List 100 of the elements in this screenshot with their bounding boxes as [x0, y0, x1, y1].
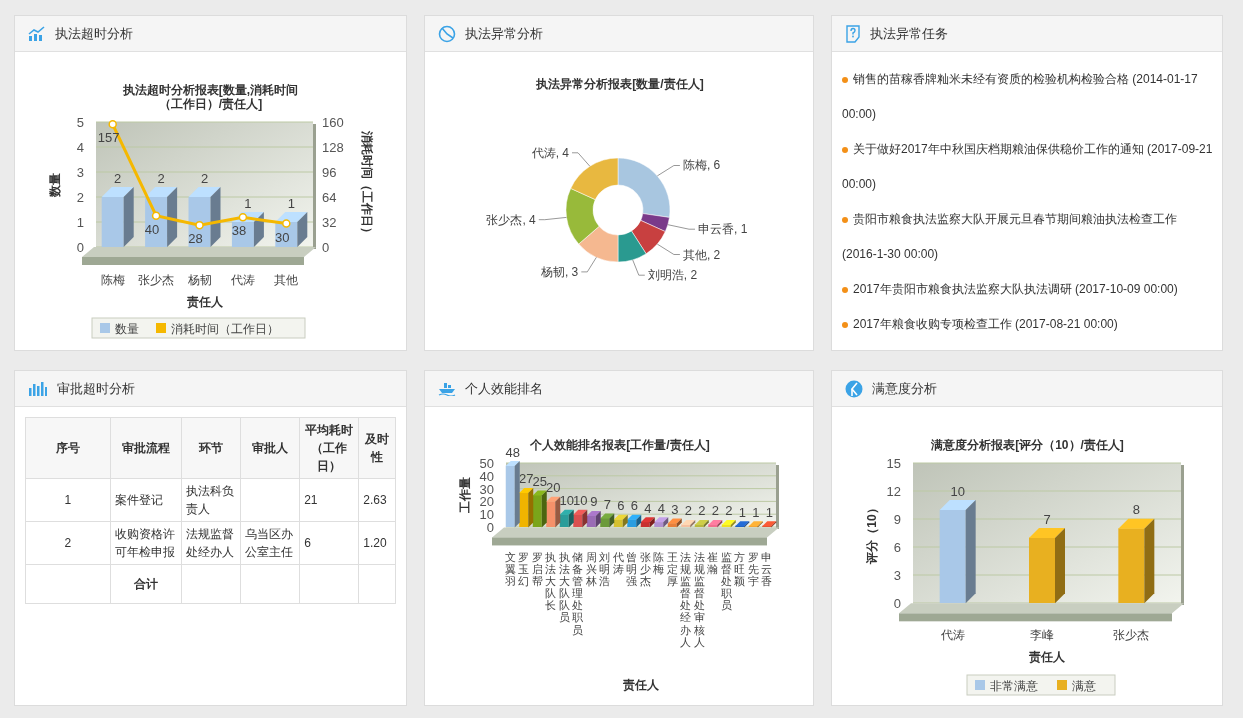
category-label: 张少杰: [1113, 628, 1150, 642]
category-label: 崔瀚: [707, 551, 719, 576]
panel-title: 执法超时分析: [55, 24, 133, 43]
category-label: 罗玉幻: [518, 551, 530, 588]
axis-title: 责任人: [623, 678, 659, 692]
tick-label: 5: [76, 115, 84, 130]
slice-label: 申云香, 1: [698, 222, 748, 237]
tick-label: 0: [893, 596, 901, 611]
chart-title: 执法异常分析报表[数量/责任人]: [535, 77, 705, 91]
category-label: 刘明浩: [599, 551, 611, 588]
data-label: 8: [1132, 502, 1140, 518]
data-label: 2: [711, 503, 719, 519]
legend-label: 非常满意: [990, 679, 1038, 693]
tick-label: 40: [479, 468, 494, 484]
leader-line: [571, 152, 591, 167]
help-document-icon: [845, 24, 861, 43]
task-item: 贵阳市粮食执法监察大队开展元旦春节期间粮油执法检查工作 (2016-1-30 00:00): [842, 202, 1214, 272]
axis-title: 数量: [48, 172, 62, 197]
bar: [600, 518, 610, 527]
column-header: 序号: [25, 417, 111, 479]
category-label: 陈梅: [653, 551, 665, 576]
data-label: 1: [738, 504, 746, 520]
slice-label: 其他, 2: [682, 247, 721, 262]
data-label: 9: [590, 494, 598, 510]
table-cell: 案件登记: [110, 478, 182, 522]
axis-title: 消耗时间（工作日）: [360, 130, 374, 239]
data-label: 1: [287, 196, 295, 211]
bar: [613, 519, 623, 527]
tick-label: 0: [76, 240, 84, 255]
legend-label: 满意: [1072, 679, 1096, 693]
tick-label: 6: [893, 540, 901, 555]
data-label: 27: [519, 471, 534, 487]
table-cell: 执法科负责人: [181, 478, 241, 522]
task-item: 销售的苗稼香牌籼米未经有资质的检验机构检验合格 (2014-01-17 00:00): [842, 62, 1214, 132]
bar: [654, 521, 664, 527]
tick-label: 1: [76, 215, 84, 230]
category-label: 代涛: [612, 551, 624, 576]
task-item: 2017年贵阳市粮食执法监察大队执法调研 (2017-10-09 00:00): [842, 272, 1214, 307]
data-point: [151, 211, 161, 220]
category-label: 张少杰: [138, 273, 175, 287]
slice-label: 张少杰, 4: [486, 212, 536, 227]
data-label: 2: [157, 171, 165, 186]
slice-label: 代涛, 4: [531, 145, 569, 160]
data-label: 4: [644, 500, 652, 516]
data-label: 157: [97, 130, 120, 146]
bar: [101, 197, 124, 247]
bar: [505, 465, 515, 527]
category-label: 法规监督处审核人: [693, 551, 705, 648]
task-item: 关于做好2017年中秋国庆档期粮油保供稳价工作的通知 (2017-09-21 00:00): [842, 132, 1214, 202]
data-label: 10: [573, 493, 588, 509]
tick-label: 12: [886, 484, 901, 499]
tick-label: 30: [479, 481, 494, 497]
axis-title: 评分（10）: [865, 502, 879, 564]
data-label: 3: [671, 502, 679, 518]
category-label: 代涛: [230, 273, 255, 287]
category-label: 曾明强: [626, 551, 638, 588]
data-label: 7: [603, 497, 611, 513]
bar-chart-icon: [28, 380, 48, 397]
axis-title: 责任人: [1029, 650, 1065, 664]
column-header: 审批人: [240, 417, 300, 479]
tick-label: 3: [76, 165, 84, 180]
table-cell: 6: [299, 521, 359, 565]
column-header: 环节: [181, 417, 241, 479]
category-label: 罗启帮: [531, 551, 543, 588]
data-point: [282, 219, 291, 228]
panel-title: 执法异常任务: [870, 24, 948, 43]
bar: [532, 495, 542, 527]
tick-label: 10: [479, 507, 494, 523]
data-point: [238, 213, 248, 222]
data-label: 30: [275, 229, 290, 245]
bar: [640, 521, 650, 527]
tick-label: 32: [322, 215, 337, 230]
tick-label: 20: [479, 494, 494, 510]
data-point: [195, 220, 204, 230]
chart-title: 个人效能排名报表[工作量/责任人]: [529, 438, 711, 452]
axis-title: 责任人: [186, 295, 223, 309]
leader-line: [656, 165, 681, 177]
category-label: 储备管理处职员: [572, 551, 584, 636]
table-cell: 1: [25, 478, 111, 522]
data-label: 38: [231, 223, 247, 239]
category-label: 代涛: [940, 628, 965, 642]
leader-line: [656, 243, 681, 255]
category-label: 监督处职员: [720, 551, 732, 612]
data-label: 40: [144, 221, 160, 237]
bar: [559, 514, 569, 527]
boat-icon: [438, 381, 456, 396]
leader-line: [580, 256, 597, 273]
data-label: 1: [752, 504, 760, 520]
legend-label: 数量: [115, 322, 139, 336]
leader-line: [632, 259, 646, 276]
category-label: 执法大队长: [545, 551, 557, 612]
legend-swatch: [975, 680, 985, 690]
slice-label: 杨韧, 3: [540, 264, 579, 279]
data-label: 6: [630, 498, 638, 514]
tick-label: 96: [322, 165, 337, 180]
category-label: 申云香: [761, 551, 773, 588]
panel-title: 满意度分析: [872, 379, 937, 398]
data-label: 6: [617, 498, 625, 514]
tick-label: 64: [322, 190, 337, 205]
legend-swatch: [100, 323, 110, 333]
